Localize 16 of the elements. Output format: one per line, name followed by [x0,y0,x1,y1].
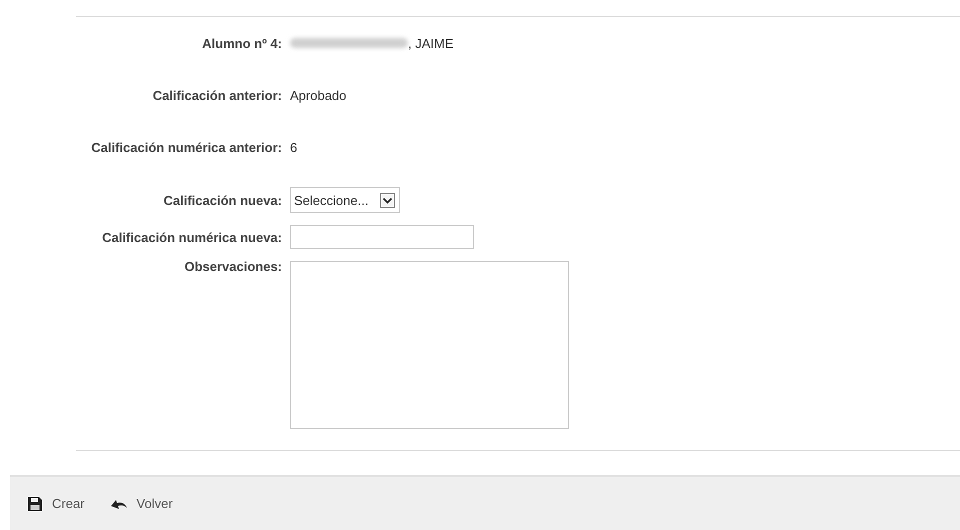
field-label: Calificación anterior: [152,88,283,102]
create-button[interactable]: Crear [28,496,85,511]
input-field[interactable] [290,225,474,249]
field-label: Calificación numérica anterior: [90,140,283,154]
field-value: Aprobado [290,88,346,102]
caret-icon [380,192,396,208]
field-label: Alumno nº 4: [201,36,283,50]
observations-field[interactable] [290,261,569,429]
student-name: , JAIME [408,36,454,50]
grade-select[interactable]: Seleccione... [290,187,400,213]
field-value: 6 [290,140,298,154]
field-label: Calificación numérica nueva: [101,230,283,244]
undo-arrow-icon [110,498,127,510]
field-label: Calificación nueva: [162,192,283,208]
field-label: Observaciones: [183,259,283,274]
back-button[interactable]: Volver [110,496,173,511]
